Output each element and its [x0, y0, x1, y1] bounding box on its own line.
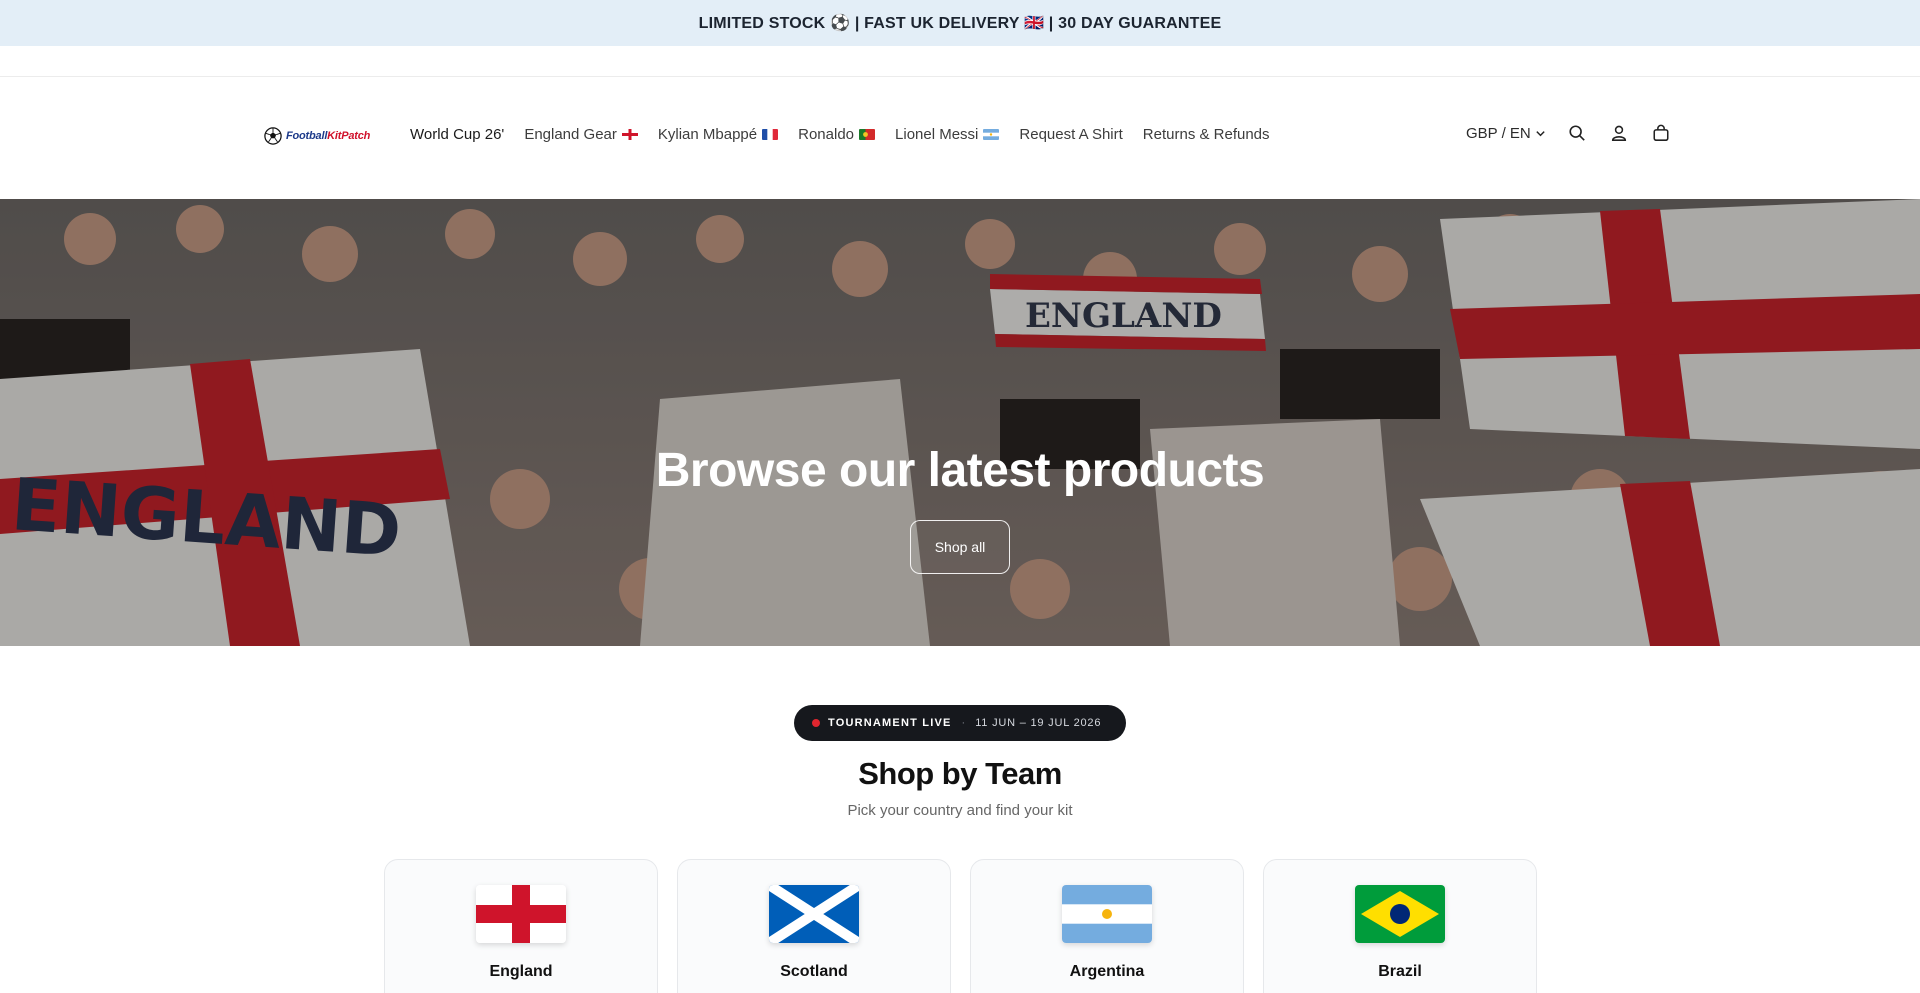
nav-item-ronaldo[interactable]: Ronaldo [798, 126, 876, 143]
england-flag-icon [621, 129, 638, 140]
tournament-status-badge: TOURNAMENT LIVE · 11 JUN – 19 JUL 2026 [794, 705, 1126, 741]
logo-text-part2: KitPatch [327, 130, 371, 142]
brazil-flag-icon [1355, 885, 1445, 943]
hero-title: Browse our latest products [655, 444, 1265, 497]
team-card-argentina[interactable]: Argentina [970, 859, 1244, 993]
team-name: Scotland [780, 963, 848, 980]
team-cards: England Scotland Argentina Brazil [384, 859, 1537, 993]
team-name: England [489, 963, 553, 980]
team-card-brazil[interactable]: Brazil [1263, 859, 1537, 993]
nav-label: England Gear [524, 126, 617, 143]
hero-banner: ENGLAND ENGLAND Browse our latest produc… [0, 199, 1920, 646]
chevron-down-icon [1536, 130, 1545, 136]
nav-item-england-gear[interactable]: England Gear [524, 126, 638, 143]
nav-label: Lionel Messi [895, 126, 979, 143]
portugal-flag-icon [859, 129, 876, 140]
argentina-flag-icon [1062, 885, 1152, 943]
nav-label: Returns & Refunds [1142, 126, 1270, 143]
nav-label: World Cup 26' [410, 126, 505, 143]
search-button[interactable] [1566, 122, 1588, 144]
football-logo-icon [264, 127, 282, 145]
team-card-scotland[interactable]: Scotland [677, 859, 951, 993]
team-card-england[interactable]: England [384, 859, 658, 993]
announcement-bar: LIMITED STOCK ⚽️ | FAST UK DELIVERY 🇬🇧 |… [0, 0, 1920, 46]
france-flag-icon [762, 129, 779, 140]
scotland-flag-icon [769, 885, 859, 943]
nav-label: Kylian Mbappé [657, 126, 758, 143]
nav-item-world-cup[interactable]: World Cup 26' [410, 126, 504, 143]
cart-button[interactable] [1650, 122, 1672, 144]
account-button[interactable] [1608, 122, 1630, 144]
account-icon [1611, 125, 1626, 141]
header-actions: GBP / EN [1466, 122, 1692, 144]
site-logo[interactable]: Football KitPatch [264, 124, 370, 148]
logo-text-part1: Football [286, 130, 328, 142]
site-header: Football KitPatch World Cup 26' England G… [0, 77, 1920, 199]
nav-item-kylian-mbappe[interactable]: Kylian Mbappé [657, 126, 779, 143]
announcement-text: LIMITED STOCK ⚽️ | FAST UK DELIVERY 🇬🇧 |… [698, 15, 1222, 32]
england-flag-icon [476, 885, 566, 943]
locale-selector[interactable]: GBP / EN [1466, 125, 1546, 142]
main-nav: World Cup 26' England Gear Kylian Mbappé… [410, 126, 1290, 143]
hero-overlay [0, 199, 1920, 646]
shop-all-button[interactable]: Shop all [910, 520, 1010, 574]
section-subtitle: Pick your country and find your kit [847, 802, 1073, 819]
nav-label: Ronaldo [798, 126, 855, 143]
cart-icon [1653, 124, 1669, 141]
tournament-separator: · [961, 717, 966, 729]
nav-item-request-shirt[interactable]: Request A Shirt [1019, 126, 1122, 143]
locale-label: GBP / EN [1466, 124, 1531, 142]
section-title: Shop by Team [858, 756, 1062, 791]
argentina-flag-icon [983, 129, 1000, 140]
live-dot-icon [812, 719, 820, 727]
team-name: Brazil [1378, 963, 1422, 980]
nav-label: Request A Shirt [1019, 126, 1123, 143]
nav-item-returns-refunds[interactable]: Returns & Refunds [1143, 126, 1270, 143]
team-name: Argentina [1069, 963, 1145, 980]
tournament-status: TOURNAMENT LIVE [828, 717, 952, 729]
tournament-dates: 11 JUN – 19 JUL 2026 [975, 717, 1102, 729]
nav-item-lionel-messi[interactable]: Lionel Messi [895, 126, 1000, 143]
search-icon [1569, 125, 1585, 141]
